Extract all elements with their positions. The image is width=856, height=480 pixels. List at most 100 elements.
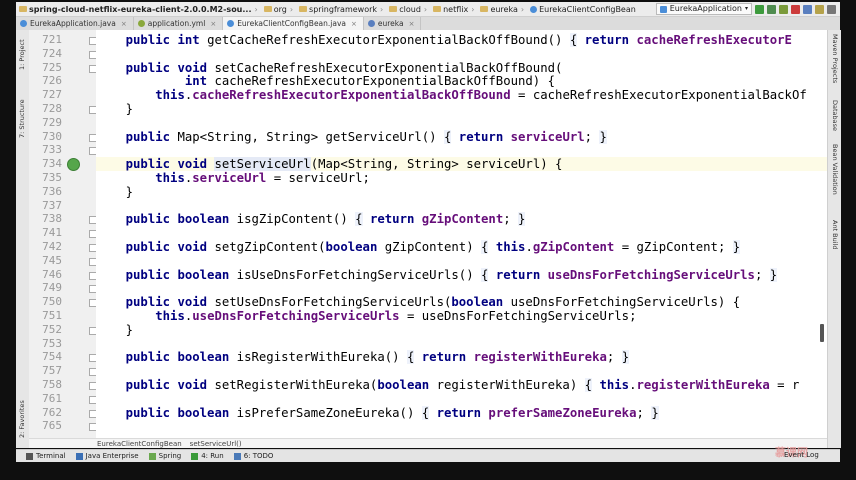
code-editor[interactable]: public int getCacheRefreshExecutorExpone… (96, 30, 827, 438)
folder-icon (389, 6, 398, 12)
code-line[interactable]: public boolean isgZipContent() { return … (96, 212, 827, 227)
nav-crumb[interactable]: springframework › (296, 5, 386, 14)
line-number: 746 (42, 267, 62, 281)
folder-icon (433, 6, 442, 12)
close-icon[interactable]: × (121, 20, 127, 28)
java-class-icon (659, 5, 667, 13)
code-line[interactable]: public boolean isPreferSameZoneEureka() … (96, 405, 827, 420)
nav-crumb-label: netflix (443, 4, 469, 14)
debug-icon[interactable] (767, 4, 776, 14)
close-icon[interactable]: × (210, 20, 216, 28)
tool-window-database[interactable]: Database (831, 100, 839, 131)
code-line[interactable] (96, 254, 827, 268)
event-log-button[interactable]: Event Log (784, 451, 819, 459)
stop-icon[interactable] (791, 4, 800, 14)
line-number: 765 (42, 419, 62, 433)
code-line[interactable]: } (96, 185, 827, 199)
coverage-icon[interactable] (779, 4, 788, 14)
run-icon[interactable] (755, 4, 764, 14)
tool-window-structure[interactable]: 7: Structure (18, 99, 26, 138)
code-line[interactable]: public void setUseDnsForFetchingServiceU… (96, 295, 827, 309)
code-line[interactable] (96, 392, 827, 406)
nav-crumb-label: cloud (399, 4, 421, 14)
line-number: 738 (42, 212, 62, 226)
project-structure-icon[interactable] (803, 4, 812, 14)
bottom-tool-button[interactable]: 6: TODO (233, 452, 274, 460)
bottom-tool-button[interactable]: Terminal (26, 452, 66, 460)
code-line[interactable]: int cacheRefreshExecutorExponentialBackO… (96, 74, 827, 88)
editor-gutter[interactable]: 721 724 725 726 727 728 729 730 733 734 735 736 737 7… (29, 30, 97, 438)
breadcrumb-class[interactable]: EurekaClientConfigBean (97, 440, 182, 448)
code-line[interactable]: public void setgZipContent(boolean gZipC… (96, 240, 827, 254)
chevron-right-icon: › (254, 4, 258, 14)
code-line[interactable]: public void setCacheRefreshExecutorExpon… (96, 61, 827, 75)
folder-icon (299, 6, 308, 12)
tool-window-ant-build[interactable]: Ant Build (831, 220, 839, 250)
nav-crumb-label: spring-cloud-netflix-eureka-client-2.0.0… (29, 4, 252, 14)
editor-tab[interactable]: EurekaClientConfigBean.java × (223, 17, 364, 30)
left-tool-strip: 1: Project 7: Structure 2: Favorites (16, 30, 30, 448)
file-type-icon (227, 20, 235, 27)
code-line[interactable]: public Map<String, String> getServiceUrl… (96, 129, 827, 144)
editor-scrollbar-thumb[interactable] (820, 324, 824, 342)
nav-crumb[interactable]: org › (261, 5, 296, 14)
chevron-right-icon: › (380, 4, 384, 14)
line-number: 745 (42, 253, 62, 267)
tab-label: EurekaClientConfigBean.java (237, 19, 347, 28)
bottom-tool-button[interactable]: Java Enterprise (75, 452, 139, 460)
bottom-tool-button[interactable]: Spring (148, 452, 181, 460)
code-line[interactable]: this.useDnsForFetchingServiceUrls = useD… (96, 309, 827, 323)
code-line[interactable]: public void setRegisterWithEureka(boolea… (96, 378, 827, 392)
editor-tab[interactable]: eureka × (364, 17, 422, 30)
code-line[interactable] (96, 419, 827, 433)
line-number: 725 (42, 60, 62, 74)
editor-tab[interactable]: EurekaApplication.java × (16, 17, 134, 30)
run-config-selector[interactable]: EurekaApplication ▾ (655, 3, 752, 15)
editor-tab[interactable]: application.yml × (134, 17, 224, 30)
tab-label: EurekaApplication.java (30, 19, 116, 28)
search-icon[interactable] (827, 4, 836, 14)
tool-window-project[interactable]: 1: Project (18, 39, 26, 70)
code-line[interactable]: public int getCacheRefreshExecutorExpone… (96, 33, 827, 47)
code-line[interactable] (96, 364, 827, 378)
code-line[interactable]: } (96, 102, 827, 116)
line-number: 762 (42, 405, 62, 419)
close-icon[interactable]: × (409, 20, 415, 28)
code-line[interactable]: this.serviceUrl = serviceUrl; (96, 171, 827, 185)
breadcrumb-method[interactable]: setServiceUrl() (190, 440, 242, 448)
folder-icon (480, 6, 489, 12)
code-line[interactable]: public boolean isRegisterWithEureka() { … (96, 350, 827, 365)
tool-window-bean-validation[interactable]: Bean Validation (831, 144, 839, 195)
line-number: 726 (42, 74, 62, 88)
bottom-tool-button[interactable]: 4: Run (191, 452, 224, 460)
navigation-bar: spring-cloud-netflix-eureka-client-2.0.0… (16, 2, 840, 17)
line-number: 742 (42, 240, 62, 253)
code-line[interactable] (96, 199, 827, 213)
nav-crumb[interactable]: spring-cloud-netflix-eureka-client-2.0.0… (16, 5, 261, 14)
spring-bean-gutter-icon[interactable] (67, 158, 80, 172)
nav-crumb[interactable]: cloud › (386, 5, 430, 14)
line-number: 729 (42, 115, 62, 129)
code-line[interactable]: public void setServiceUrl(Map<String, St… (96, 157, 827, 172)
code-line[interactable] (96, 226, 827, 240)
code-line[interactable] (96, 281, 827, 295)
code-line[interactable] (96, 47, 827, 61)
bottom-tool-label: 6: TODO (243, 452, 274, 460)
nav-crumb[interactable]: EurekaClientConfigBean (527, 5, 639, 14)
close-icon[interactable]: × (351, 20, 357, 28)
code-line[interactable] (96, 116, 827, 130)
nav-crumb[interactable]: netflix › (430, 5, 477, 14)
tool-window-favorites[interactable]: 2: Favorites (18, 400, 26, 438)
code-line[interactable]: public boolean isUseDnsForFetchingServic… (96, 267, 827, 282)
code-line[interactable]: } (96, 323, 827, 337)
bottom-tool-label: Java Enterprise (85, 452, 139, 460)
tool-window-maven[interactable]: Maven Projects (831, 34, 839, 83)
ide-window: spring-cloud-netflix-eureka-client-2.0.0… (0, 0, 856, 480)
nav-crumb[interactable]: eureka › (477, 5, 527, 14)
code-line[interactable]: this.cacheRefreshExecutorExponentialBack… (96, 88, 827, 102)
code-line[interactable] (96, 143, 827, 157)
vcs-icon[interactable] (815, 4, 824, 14)
line-number: 727 (42, 88, 62, 102)
code-line[interactable] (96, 337, 827, 351)
bottom-tool-bar: Terminal Java Enterprise Spring 4: Run 6: TO… (16, 449, 840, 462)
